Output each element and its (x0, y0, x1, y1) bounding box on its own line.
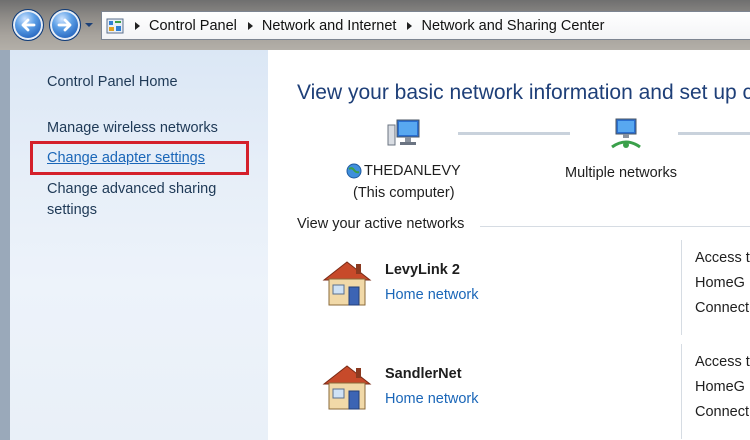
multiple-networks-icon[interactable] (608, 117, 644, 151)
main-content: View your basic network information and … (268, 50, 750, 440)
breadcrumb-separator-icon[interactable] (407, 21, 413, 30)
manage-wireless-networks-link[interactable]: Manage wireless networks (47, 118, 218, 139)
breadcrumb-separator-icon[interactable] (247, 21, 253, 30)
back-button[interactable] (12, 9, 44, 41)
control-panel-icon (106, 18, 124, 33)
column-divider (681, 240, 682, 335)
forward-arrow-icon (57, 18, 72, 32)
access-type-label: Access t (695, 354, 750, 370)
left-navigation-pane: Control Panel Home Manage wireless netwo… (0, 50, 268, 440)
active-networks-heading: View your active networks (297, 216, 465, 232)
network-type-link[interactable]: Home network (385, 391, 478, 407)
homegroup-label: HomeG (695, 379, 745, 395)
network-name: LevyLink 2 (385, 262, 460, 278)
multiple-networks-label[interactable]: Multiple networks (565, 165, 677, 181)
breadcrumb-separator-icon[interactable] (135, 21, 140, 30)
control-panel-home-link[interactable]: Control Panel Home (47, 72, 178, 93)
home-network-icon[interactable] (320, 362, 374, 412)
breadcrumb-control-panel[interactable]: Control Panel (149, 18, 237, 34)
home-network-icon[interactable] (320, 258, 374, 308)
connections-label: Connect (695, 300, 750, 316)
breadcrumb[interactable]: Control Panel Network and Internet Netwo… (101, 11, 750, 40)
network-row: SandlerNet Home network Access t HomeG C… (268, 344, 750, 440)
network-name: SandlerNet (385, 366, 462, 382)
computer-name-label: THEDANLEVY (364, 163, 461, 179)
this-computer-label: (This computer) (353, 185, 455, 201)
back-arrow-icon (21, 18, 36, 32)
breadcrumb-network-and-internet[interactable]: Network and Internet (262, 18, 397, 34)
network-type-link[interactable]: Home network (385, 287, 478, 303)
column-divider (681, 344, 682, 439)
address-bar-region: Control Panel Network and Internet Netwo… (0, 0, 750, 50)
page-title: View your basic network information and … (297, 81, 750, 104)
homegroup-label: HomeG (695, 275, 745, 291)
computer-icon[interactable] (386, 117, 422, 151)
recent-pages-dropdown-icon[interactable] (84, 20, 94, 30)
section-divider (480, 226, 750, 227)
change-adapter-settings-link[interactable]: Change adapter settings (47, 148, 205, 169)
network-map-connector (458, 132, 570, 135)
breadcrumb-network-and-sharing-center[interactable]: Network and Sharing Center (421, 18, 604, 34)
access-type-label: Access t (695, 250, 750, 266)
connections-label: Connect (695, 404, 750, 420)
change-advanced-sharing-settings-link[interactable]: Change advanced sharing settings (47, 179, 247, 221)
globe-icon (346, 163, 362, 179)
computer-name[interactable]: THEDANLEVY (346, 163, 461, 179)
network-map-connector (678, 132, 750, 135)
network-row: LevyLink 2 Home network Access t HomeG C… (268, 240, 750, 350)
forward-button[interactable] (49, 9, 81, 41)
